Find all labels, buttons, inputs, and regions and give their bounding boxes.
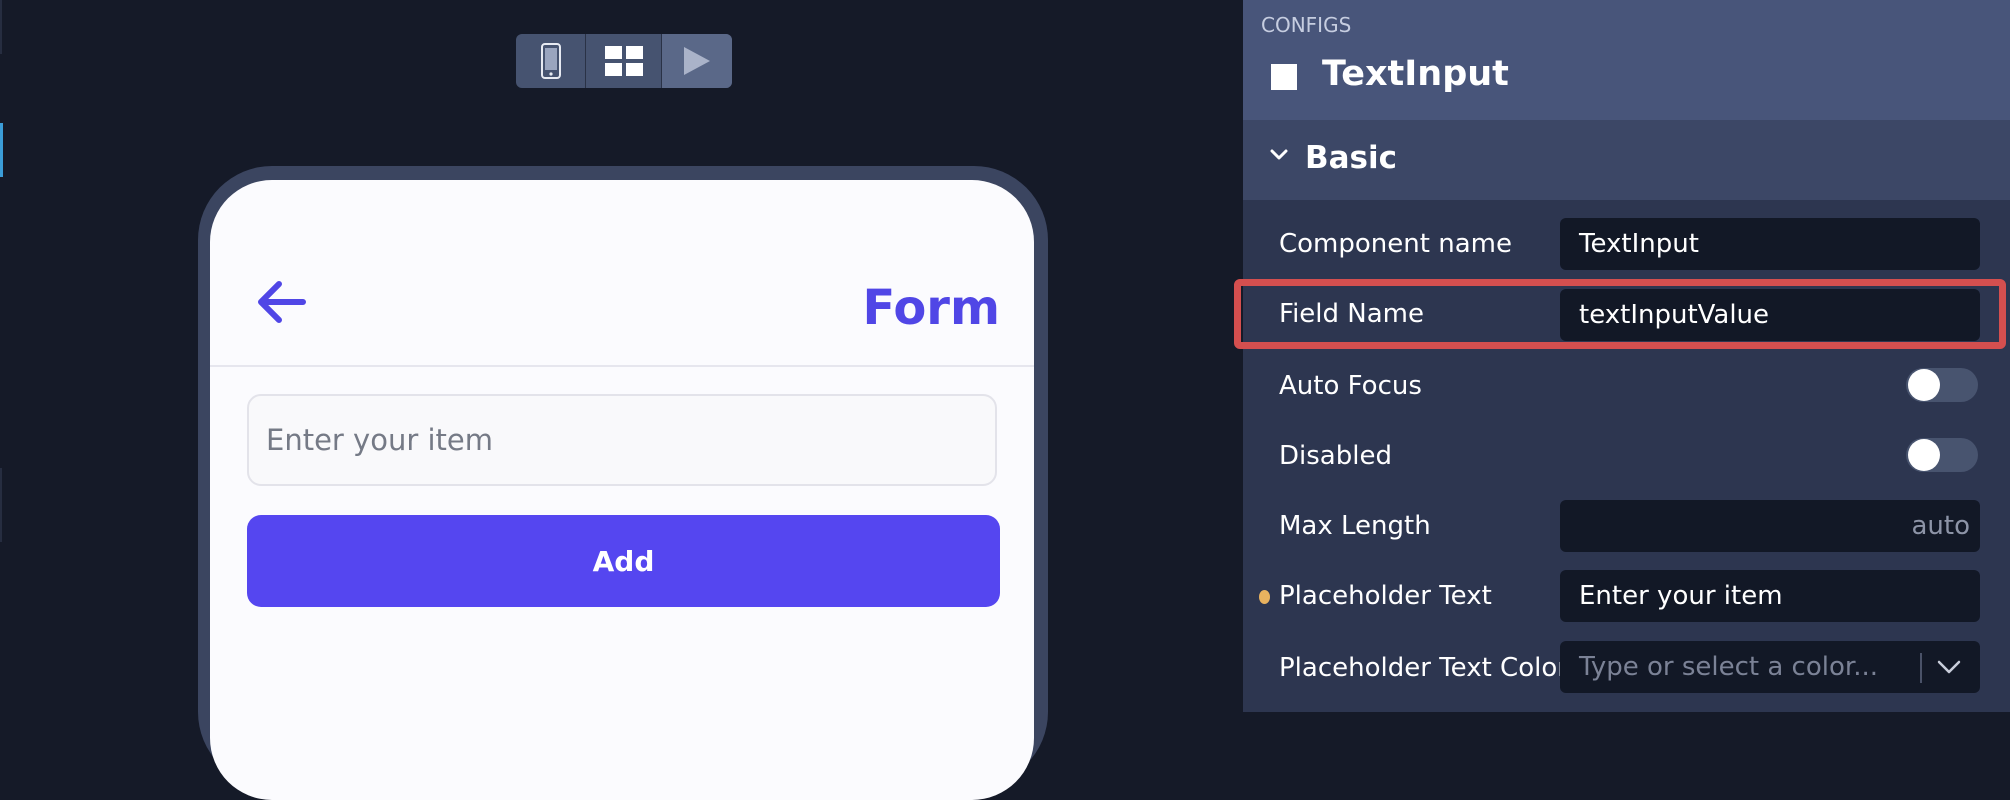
placeholder-text-input[interactable]: Enter your item (1560, 570, 1980, 622)
config-caption: CONFIGS (1261, 13, 1352, 37)
modified-indicator (1259, 590, 1270, 604)
config-header: CONFIGS TextInput (1243, 0, 2010, 120)
play-preview-button[interactable] (660, 34, 732, 88)
grid-view-button[interactable] (585, 34, 660, 88)
canvas-edge-line (0, 0, 2, 54)
placeholder-text-color-label: Placeholder Text Color (1279, 653, 1568, 683)
header-divider (210, 365, 1034, 367)
add-button[interactable]: Add (247, 515, 1000, 607)
chevron-down-icon (1270, 149, 1288, 160)
max-length-label: Max Length (1279, 511, 1431, 541)
mobile-device-icon (540, 43, 561, 79)
phone-screen: Form Enter your item Add (210, 180, 1034, 800)
component-title: TextInput (1322, 54, 1509, 94)
config-panel: CONFIGS TextInput Basic Component name T… (1243, 0, 2010, 712)
placeholder-color-select[interactable]: Type or select a color... (1560, 641, 1980, 693)
auto-focus-toggle[interactable] (1906, 368, 1978, 402)
select-divider (1920, 653, 1922, 683)
max-length-input[interactable]: auto (1560, 500, 1980, 552)
auto-focus-label: Auto Focus (1279, 371, 1422, 401)
arrow-left-icon (258, 281, 306, 323)
component-square-icon (1271, 64, 1297, 90)
chevron-down-icon (1937, 660, 1961, 674)
item-input[interactable]: Enter your item (247, 394, 997, 486)
mobile-view-button[interactable] (516, 34, 585, 88)
play-icon (683, 47, 710, 75)
canvas-edge-accent (0, 123, 3, 177)
page-title: Form (862, 280, 1000, 336)
component-name-input[interactable]: TextInput (1560, 218, 1980, 270)
back-button[interactable] (255, 280, 307, 328)
canvas-edge-line (0, 468, 2, 542)
disabled-label: Disabled (1279, 441, 1392, 471)
placeholder-color-placeholder: Type or select a color... (1579, 652, 1878, 682)
toggle-knob (1908, 439, 1940, 471)
preview-canvas: Form Enter your item Add (0, 0, 1243, 800)
component-name-label: Component name (1279, 229, 1512, 259)
toggle-knob (1908, 369, 1940, 401)
placeholder-text-label: Placeholder Text (1279, 581, 1492, 611)
disabled-toggle[interactable] (1906, 438, 1978, 472)
phone-frame: Form Enter your item Add (198, 166, 1048, 800)
section-basic-toggle[interactable]: Basic (1243, 120, 2010, 200)
section-title: Basic (1305, 140, 1398, 176)
grid-layout-icon (604, 46, 643, 76)
device-toolbar (516, 34, 732, 88)
field-name-highlight (1234, 279, 2006, 349)
